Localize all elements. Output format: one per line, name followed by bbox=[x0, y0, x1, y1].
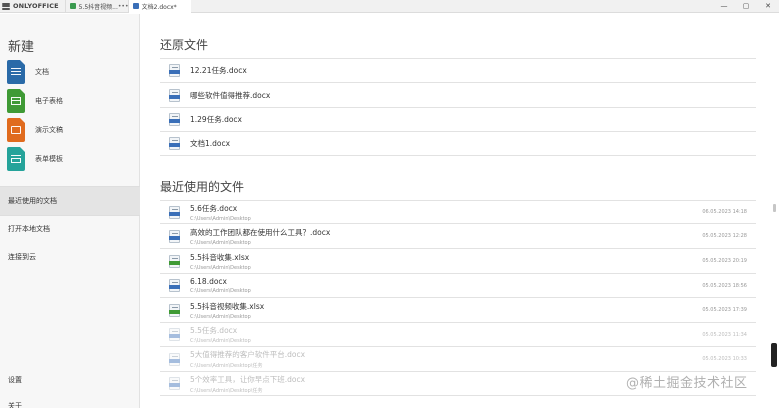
docx-file-icon bbox=[169, 88, 180, 102]
file-name: 哪些软件值得推荐.docx bbox=[190, 90, 271, 100]
file-date: 05.05.2023 20:19 bbox=[702, 258, 747, 264]
docx-file-icon bbox=[169, 113, 180, 126]
file-name: 1.29任务.docx bbox=[190, 115, 242, 124]
file-path: C:\Users\Admin\Desktop bbox=[190, 288, 251, 294]
xlsx-file-icon bbox=[169, 303, 180, 317]
file-date: 05.05.2023 18:56 bbox=[702, 282, 747, 289]
tab-label: 文档2.docx* bbox=[141, 3, 177, 11]
create-presentation-label: 演示文稿 bbox=[35, 126, 63, 134]
file-name: 5.5任务.docx bbox=[190, 326, 238, 335]
recent-file-row[interactable]: 5.5任务.docx C:\Users\Admin\Desktop 05.05.2… bbox=[160, 323, 756, 347]
sidebar-item-connect-cloud[interactable]: 连接到云 bbox=[0, 243, 140, 271]
docx-file-icon bbox=[169, 205, 180, 219]
file-name: 文档1.docx bbox=[190, 139, 231, 148]
sidebar-item-about[interactable]: 关于 bbox=[0, 392, 140, 408]
docx-file-icon bbox=[169, 328, 180, 341]
restore-file-row[interactable]: 1.29任务.docx bbox=[160, 108, 756, 132]
tab-label: 5.5抖音视频... bbox=[78, 3, 118, 11]
file-name: 5.5抖音收集.xlsx bbox=[190, 252, 250, 262]
file-name: 5.6任务.docx bbox=[190, 203, 238, 213]
create-new-title: 新建 bbox=[8, 40, 35, 55]
create-document-button[interactable]: 文档 bbox=[7, 60, 49, 84]
recent-file-row[interactable]: 5.6任务.docx C:\Users\Admin\Desktop 06.05.2… bbox=[160, 200, 756, 224]
presentation-icon bbox=[7, 118, 25, 142]
recent-files-title: 最近使用的文件 bbox=[160, 180, 245, 194]
maximize-icon[interactable]: ▢ bbox=[735, 0, 757, 13]
tab-document[interactable]: 文档2.docx* bbox=[127, 0, 191, 13]
document-icon bbox=[7, 60, 25, 84]
brand[interactable]: ONLYOFFICE bbox=[0, 0, 65, 13]
file-path: C:\Users\Admin\Desktop bbox=[190, 313, 251, 320]
file-date: 05.05.2023 17:39 bbox=[702, 307, 747, 313]
sidebar-item-open-local[interactable]: 打开本地文档 bbox=[0, 215, 140, 243]
window-controls: — ▢ ✕ bbox=[713, 0, 779, 13]
docx-file-icon bbox=[169, 229, 180, 243]
file-name: 5大值得推荐的客户软件平台.docx bbox=[190, 350, 306, 359]
sidebar: 新建 文档 电子表格 演示文稿 表单模板 最近使用的文档 打开本地文档 连接到云… bbox=[0, 14, 140, 408]
file-name: 5个效率工具，让你早点下班.docx bbox=[190, 374, 306, 384]
file-date: 05.05.2023 10:33 bbox=[702, 356, 747, 362]
file-path: C:\Users\Admin\Desktop bbox=[190, 239, 251, 246]
docx-file-icon bbox=[169, 352, 180, 366]
file-name: 12.21任务.docx bbox=[190, 66, 247, 75]
sidebar-item-recent[interactable]: 最近使用的文档 bbox=[0, 187, 140, 215]
sidebar-item-settings[interactable]: 设置 bbox=[0, 366, 140, 394]
main-panel: 还原文件 12.21任务.docx 哪些软件值得推荐.docx 1.29任务.d… bbox=[141, 14, 779, 408]
onlyoffice-logo-icon bbox=[2, 2, 10, 10]
file-date: 05.05.2023 11:34 bbox=[702, 331, 747, 338]
recent-file-row[interactable]: 6.18.docx C:\Users\Admin\Desktop 05.05.20… bbox=[160, 274, 756, 298]
title-bar: ONLYOFFICE 5.5抖音视频... ••• 文档2.docx* — ▢ … bbox=[0, 0, 779, 13]
brand-label: ONLYOFFICE bbox=[13, 2, 59, 10]
create-spreadsheet-label: 电子表格 bbox=[35, 97, 63, 105]
file-name: 5.5抖音视频收集.xlsx bbox=[190, 301, 265, 311]
close-icon[interactable]: ✕ bbox=[757, 0, 779, 13]
restore-file-row[interactable]: 文档1.docx bbox=[160, 132, 756, 156]
spreadsheet-icon bbox=[69, 3, 76, 9]
recent-file-row[interactable]: 5.5抖音收集.xlsx C:\Users\Admin\Desktop 05.05… bbox=[160, 249, 756, 274]
docx-file-icon bbox=[169, 64, 180, 77]
file-date: 06.05.2023 14:18 bbox=[702, 209, 747, 215]
create-spreadsheet-button[interactable]: 电子表格 bbox=[7, 89, 63, 113]
file-path: C:\Users\Admin\Desktop bbox=[190, 215, 251, 222]
file-path: C:\Users\Admin\Desktop\任务 bbox=[190, 387, 263, 394]
file-path: C:\Users\Admin\Desktop bbox=[190, 338, 251, 344]
side-handle[interactable] bbox=[771, 343, 777, 367]
tab-spreadsheet[interactable]: 5.5抖音视频... ••• bbox=[64, 0, 128, 13]
file-path: C:\Users\Admin\Desktop bbox=[190, 264, 251, 271]
docx-file-icon bbox=[169, 137, 180, 150]
create-form-template-button[interactable]: 表单模板 bbox=[7, 147, 63, 171]
scrollbar[interactable] bbox=[773, 204, 776, 212]
docx-file-icon bbox=[169, 279, 180, 292]
tab-menu-icon[interactable]: ••• bbox=[118, 3, 128, 10]
watermark: @稀土掘金技术社区 bbox=[626, 376, 748, 391]
create-form-template-label: 表单模板 bbox=[35, 155, 63, 163]
form-template-icon bbox=[7, 147, 25, 171]
restore-files-title: 还原文件 bbox=[160, 38, 209, 52]
file-name: 6.18.docx bbox=[190, 277, 227, 286]
document-icon bbox=[132, 3, 139, 9]
recent-file-row[interactable]: 高效的工作团队都在使用什么工具？.docx C:\Users\Admin\Desk… bbox=[160, 224, 756, 249]
restore-file-row[interactable]: 哪些软件值得推荐.docx bbox=[160, 83, 756, 108]
minimize-icon[interactable]: — bbox=[713, 0, 735, 13]
docx-file-icon bbox=[169, 377, 180, 390]
file-name: 高效的工作团队都在使用什么工具？.docx bbox=[190, 227, 331, 237]
spreadsheet-icon bbox=[7, 89, 25, 113]
recent-file-row[interactable]: 5.5抖音视频收集.xlsx C:\Users\Admin\Desktop 05.… bbox=[160, 298, 756, 323]
file-path: C:\Users\Admin\Desktop\任务 bbox=[190, 363, 263, 369]
file-date: 05.05.2023 12:28 bbox=[702, 233, 747, 239]
create-document-label: 文档 bbox=[35, 68, 49, 76]
xlsx-file-icon bbox=[169, 254, 180, 268]
create-presentation-button[interactable]: 演示文稿 bbox=[7, 118, 63, 142]
restore-file-row[interactable]: 12.21任务.docx bbox=[160, 58, 756, 83]
recent-file-row[interactable]: 5大值得推荐的客户软件平台.docx C:\Users\Admin\Desktop… bbox=[160, 347, 756, 372]
